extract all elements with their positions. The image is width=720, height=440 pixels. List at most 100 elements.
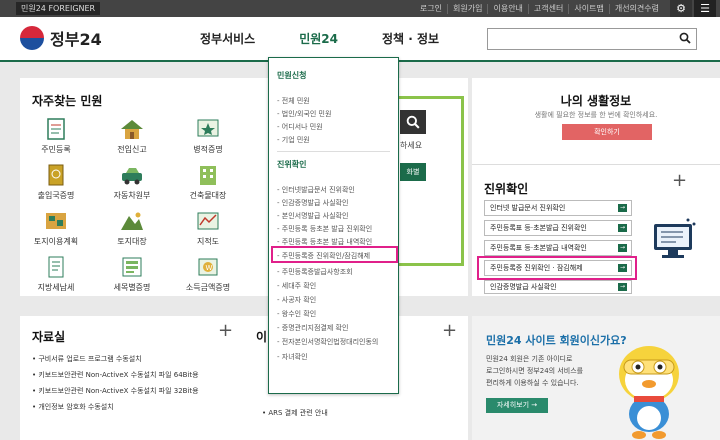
menu-item[interactable]: - 세대주 확인 [277,281,316,291]
notice-item[interactable]: • ARS 결제 관련 안내 [262,408,328,418]
service-immigration-cert[interactable]: 출입국증명 [26,164,86,201]
menu-item[interactable]: - 전체 민원 [277,96,310,106]
service-local-tax[interactable]: 지방세납세 [26,256,86,293]
section-apply-title: 민원신청 [277,71,307,80]
site-logo[interactable]: 정부24 [20,26,102,50]
arrow-right-icon: → [618,224,627,232]
main-header: 정부24 정부서비스 민원24 정책 · 정보 [0,17,720,62]
service-tax-item-cert[interactable]: 세목별증명 [102,256,162,293]
service-building-registry[interactable]: 건축물대장 [178,164,238,201]
menu-item[interactable]: - 주민등록증발급사항조회 [277,267,353,277]
menu-item[interactable]: - 인터넷발급문서 진위확인 [277,185,355,195]
menu-item[interactable]: - 주민등록 등초본 발급 진위확인 [277,224,372,234]
hamburger-menu-icon[interactable]: ☰ [694,0,716,17]
service-move-in-report[interactable]: 전입신고 [102,118,162,155]
menu-item[interactable]: - 전자본인서명확인법정대리인동의 [277,337,378,347]
login-link[interactable]: 로그인 [415,4,447,14]
verify-item[interactable]: 주민등록표 등·초본발급 진위확인 → [484,220,632,236]
menu-item[interactable]: - 증명관리지점결제 확인 [277,323,348,333]
building-icon [195,164,221,186]
taegeuk-logo-icon [20,26,44,50]
menu-item[interactable]: - 어디서나 민원 [277,122,323,132]
nav-government-services[interactable]: 정부서비스 [200,30,255,47]
menu-item[interactable]: - 인감증명발급 사실확인 [277,198,348,208]
service-land-register[interactable]: 토지대장 [102,210,162,247]
car-icon [119,164,145,186]
peek-text: 하세요 [400,141,423,150]
service-income-cert[interactable]: W 소득금액증명 [178,256,238,293]
gear-icon[interactable]: ⚙ [670,0,692,17]
notice-title: 이 [256,330,268,344]
magnifier-icon[interactable] [400,110,426,134]
service-resident-registration[interactable]: 주민등록 [26,118,86,155]
promo-desc-line: 로그인하시면 정부24의 서비스를 [486,367,584,375]
passport-icon [43,164,69,186]
resource-item[interactable]: • 개인정보 암호화 수동설치 [32,402,114,412]
more-plus-icon[interactable]: + [672,170,687,191]
search-icon[interactable] [679,32,691,47]
promo-title: 민원24 사이트 회원이신가요? [486,334,627,347]
more-plus-icon[interactable]: + [218,320,233,341]
feedback-link[interactable]: 개선의견수렴 [608,3,664,14]
promo-detail-button[interactable]: 자세히보기 → [486,398,548,413]
won-coin-icon: W [195,256,221,278]
guide-link[interactable]: 이용안내 [487,3,527,14]
search-input[interactable] [487,28,697,50]
pororo-mascot-icon [612,336,686,440]
arrow-right-icon: → [618,283,627,291]
life-info-button[interactable]: 확인하기 [562,124,652,140]
verify-item[interactable]: 인터넷 발급문서 진위확인 → [484,200,632,216]
verify-item[interactable]: 주민등록표 등·초본발급 내역확인 → [484,240,632,256]
resources-panel: 자료실 + • 구비서류 업로드 프로그램 수동설치 • 키보드보안관련 Non… [20,316,246,440]
menu-item[interactable]: - 법인/외국인 민원 [277,109,331,119]
menu-item[interactable]: - 왕수인 확인 [277,309,316,319]
service-cadastral-map[interactable]: 지적도 [178,210,238,247]
resource-item[interactable]: • 키보드보안관련 Non-ActiveX 수동설치 파일 64Bit용 [32,370,199,380]
menu-item[interactable]: - 자녀확인 [277,352,308,362]
logo-text: 정부24 [50,30,102,49]
promo-panel: 민원24 사이트 회원이신가요? 민원24 회원은 기존 아이디로 로그인하시면… [472,316,720,440]
arrow-right-icon: → [618,244,627,252]
map-icon [43,210,69,232]
tax-receipt-icon [43,256,69,278]
service-military-record[interactable]: 병적증명 [178,118,238,155]
customer-center-link[interactable]: 고객센터 [527,3,568,14]
divider [277,151,390,152]
life-and-verify-panel: 나의 생활정보 생활에 필요한 정보를 한 번에 확인하세요. 확인하기 진위확… [472,78,720,296]
star-certificate-icon [195,118,221,140]
highlight-box [271,246,398,263]
svg-text:W: W [206,264,213,272]
nav-minwon24[interactable]: 민원24 [299,30,338,47]
highlight-box [477,256,637,280]
minwon24-dropdown-menu: 민원신청 - 전체 민원 - 법인/외국인 민원 - 어디서나 민원 - 기업 … [268,57,399,394]
promo-desc-line: 민원24 회원은 기존 아이디로 [486,355,573,363]
nav-policy-info[interactable]: 정책 · 정보 [382,30,439,47]
life-info-title: 나의 생활정보 [560,94,632,108]
sitemap-link[interactable]: 사이트맵 [568,3,608,14]
resource-item[interactable]: • 키보드보안관련 Non-ActiveX 수동설치 파일 32Bit용 [32,386,199,396]
signup-link[interactable]: 회원가입 [447,3,487,14]
menu-item[interactable]: - 본인서명발급 사실확인 [277,211,348,221]
life-info-desc: 생활에 필요한 정보를 한 번에 확인하세요. [534,111,658,119]
arrow-right-icon: → [618,204,627,212]
frequent-services-title: 자주찾는 민원 [32,94,103,108]
ledger-icon [119,256,145,278]
house-icon [119,118,145,140]
verify-title: 진위확인 [484,182,529,196]
more-plus-icon[interactable]: + [442,320,457,341]
utility-links: 로그인 회원가입 이용안내 고객센터 사이트맵 개선의견수렴 [415,0,664,17]
computer-verify-icon [648,216,698,262]
divider [472,164,720,165]
resource-item[interactable]: • 구비서류 업로드 프로그램 수동설치 [32,354,142,364]
global-nav: 정부서비스 민원24 정책 · 정보 [200,30,483,47]
frequent-services-panel: 자주찾는 민원 주민등록 전입신고 병적증명 출입국증명 자동차원부 건축물대장… [20,78,270,296]
top-utility-bar: 민원24 FOREIGNER 로그인 회원가입 이용안내 고객센터 사이트맵 개… [0,0,720,17]
resources-title: 자료실 [32,330,66,344]
verify-item[interactable]: 인감증명발급 사실확인 → [484,280,632,294]
service-land-use-plan[interactable]: 토지이용계획 [26,210,86,247]
service-vehicle-registry[interactable]: 자동차원부 [102,164,162,201]
menu-item[interactable]: - 기업 민원 [277,135,310,145]
foreigner-link[interactable]: 민원24 FOREIGNER [16,2,101,15]
menu-item[interactable]: - 사공자 확인 [277,295,316,305]
peek-button[interactable]: 화별 [400,163,426,181]
